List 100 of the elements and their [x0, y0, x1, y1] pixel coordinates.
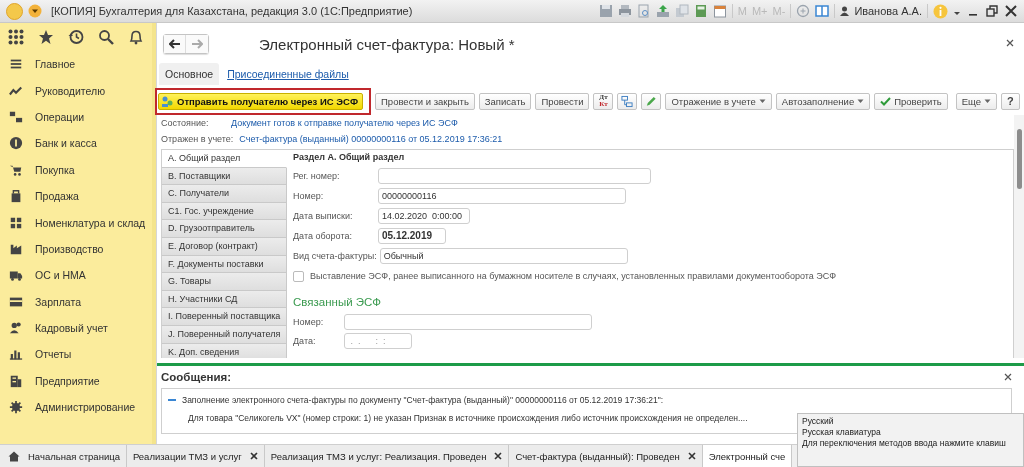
upload-icon[interactable]	[655, 4, 670, 18]
more-button[interactable]: Еще	[955, 92, 998, 110]
home-icon	[8, 450, 20, 462]
print-icon[interactable]	[617, 4, 632, 18]
sidebar-item[interactable]: Главное	[0, 51, 152, 78]
message-text: Для товара "Селикогель VX" (номер строки: 1) не указан Признак в источнике происхождения либо источник происхождения не определен....	[188, 413, 748, 423]
preview-icon[interactable]	[636, 4, 651, 18]
input-field[interactable]: Обычный	[379, 248, 628, 264]
close-icon[interactable]	[687, 452, 696, 460]
dropdown-icon[interactable]	[28, 4, 42, 18]
panels-icon[interactable]	[815, 4, 830, 18]
caret-icon	[758, 98, 766, 104]
dropdown-button[interactable]: Автозаполнение	[775, 92, 871, 110]
sidebar-item[interactable]: Администрирование	[0, 394, 152, 421]
sidebar-item[interactable]: Кадровый учет	[0, 314, 152, 342]
dropdown-button[interactable]: Отражение в учете	[665, 92, 772, 110]
close-icon[interactable]	[1006, 39, 1014, 47]
apps-grid-icon[interactable]	[8, 29, 24, 45]
checkbox[interactable]	[293, 270, 304, 282]
pencil-icon	[645, 94, 658, 108]
people-icon	[161, 94, 174, 108]
close-icon[interactable]	[1004, 4, 1018, 18]
section-tab[interactable]: G. Товары	[162, 273, 287, 291]
messages-title: Сообщения:	[161, 371, 232, 383]
input-field[interactable]	[378, 168, 651, 184]
section-tab[interactable]: D. Грузоотправитель	[162, 220, 287, 238]
edit-button[interactable]	[641, 92, 662, 110]
history-icon[interactable]	[68, 29, 84, 45]
input-field[interactable]: 05.12.2019	[378, 228, 446, 244]
hierarchy-icon	[621, 94, 634, 108]
caret-icon	[857, 98, 865, 104]
input-field[interactable]: 14.02.2020 0:00:00	[378, 208, 470, 224]
blocks-icon	[9, 109, 23, 124]
toolbar-button[interactable]: Провести	[535, 92, 590, 110]
sidebar-item[interactable]: Операции	[0, 103, 152, 131]
section-tab[interactable]: I. Поверенный поставщика	[162, 308, 287, 326]
close-icon[interactable]	[249, 452, 258, 460]
input-field[interactable]: 00000000116	[378, 188, 626, 204]
app-logo-icon	[6, 2, 23, 20]
tooltip-text: Русский	[802, 416, 835, 427]
sidebar-item[interactable]: Зарплата	[0, 288, 152, 315]
sidebar-item[interactable]: Продажа	[0, 182, 152, 210]
status-label: Отражен в учете:	[161, 134, 234, 144]
save-icon[interactable]	[598, 4, 613, 18]
close-icon[interactable]	[1004, 373, 1012, 381]
back-button[interactable]	[164, 35, 186, 53]
section-title: Раздел A. Общий раздел	[293, 152, 406, 164]
status-link[interactable]: Документ готов к отправке получателю через ИС ЭСФ	[231, 118, 458, 128]
bell-icon[interactable]	[128, 29, 144, 45]
user-name[interactable]: Иванова А.А.	[854, 5, 922, 17]
sidebar-item[interactable]: ОС и НМА	[0, 262, 152, 289]
input-field[interactable]	[344, 313, 592, 330]
building-icon	[9, 373, 23, 388]
caret-icon	[984, 98, 992, 104]
restore-icon[interactable]	[985, 4, 999, 18]
sidebar-item[interactable]: Отчеты	[0, 341, 152, 368]
send-button[interactable]: Отправить получателю через ИС ЭСФ	[158, 92, 363, 110]
calculator-icon[interactable]	[693, 4, 708, 18]
settings-icon	[9, 400, 23, 415]
arrow-right-icon	[191, 39, 203, 49]
toolbar-button[interactable]: Провести и закрыть	[375, 92, 475, 110]
field-label: Дата выписки:	[293, 211, 354, 221]
message-text: Заполнение электронного счета-фактуры по документу "Счет-фактура (выданный)" 00000000116 от 05.12.2019 17:36:21":	[182, 395, 664, 405]
search-icon[interactable]	[98, 29, 114, 45]
field-label: Дата оборота:	[293, 231, 353, 241]
sidebar-item[interactable]: Номенклатура и склад	[0, 209, 152, 236]
toolbar-button[interactable]: Записать	[478, 92, 532, 110]
window-title: [КОПИЯ] Бухгалтерия для Казахстана, редакция 3.0 (1С:Предприятие)	[51, 5, 413, 17]
structure-button[interactable]	[617, 92, 638, 110]
status-link[interactable]: Счет-фактура (выданный) 00000000116 от 05.12.2019 17:36:21	[239, 134, 503, 144]
tooltip-text: Русская клавиатура	[802, 427, 882, 438]
help-button[interactable]: ?	[1001, 92, 1020, 110]
status-label: Состояние:	[161, 118, 210, 128]
open-window-tab[interactable]: Электронный сче	[702, 445, 793, 467]
section-tab[interactable]: A. Общий раздел	[162, 150, 287, 168]
form-tab[interactable]: Присоединенные файлы	[221, 63, 355, 85]
people-icon	[9, 321, 23, 336]
group-title: Связанный ЭСФ	[293, 296, 383, 310]
checkbox-label: Выставление ЭСФ, ранее выписанного на бумажном носителе в случаях, установленных правилами документооборота ЭСФ	[310, 271, 837, 281]
field-label: Вид счета-фактуры:	[293, 251, 377, 261]
close-icon[interactable]	[494, 452, 503, 460]
scrollbar[interactable]	[1014, 115, 1024, 358]
section-tab[interactable]: C. Получатели	[162, 185, 287, 203]
field-label: Номер:	[293, 191, 325, 201]
arrow-left-icon	[168, 39, 181, 49]
zoom-icon[interactable]	[796, 4, 811, 18]
coin-icon	[9, 136, 23, 151]
field-label: Дата:	[293, 335, 317, 346]
sidebar-item[interactable]: Банк и касса	[0, 130, 152, 157]
sidebar-item[interactable]: Производство	[0, 235, 152, 263]
checkmark-icon	[880, 96, 892, 106]
form-tab[interactable]: Основное	[159, 63, 220, 85]
calendar-icon[interactable]	[712, 4, 727, 18]
check-button[interactable]: Проверить	[874, 92, 948, 110]
grid-icon	[9, 215, 23, 230]
sidebar-item[interactable]: Покупка	[0, 156, 152, 183]
sidebar-item[interactable]: Предприятие	[0, 367, 152, 395]
sidebar-item[interactable]: Руководителю	[0, 77, 152, 104]
star-icon[interactable]	[38, 29, 54, 45]
tooltip-text: Для переключения методов ввода нажмите клавиш	[802, 438, 1007, 449]
